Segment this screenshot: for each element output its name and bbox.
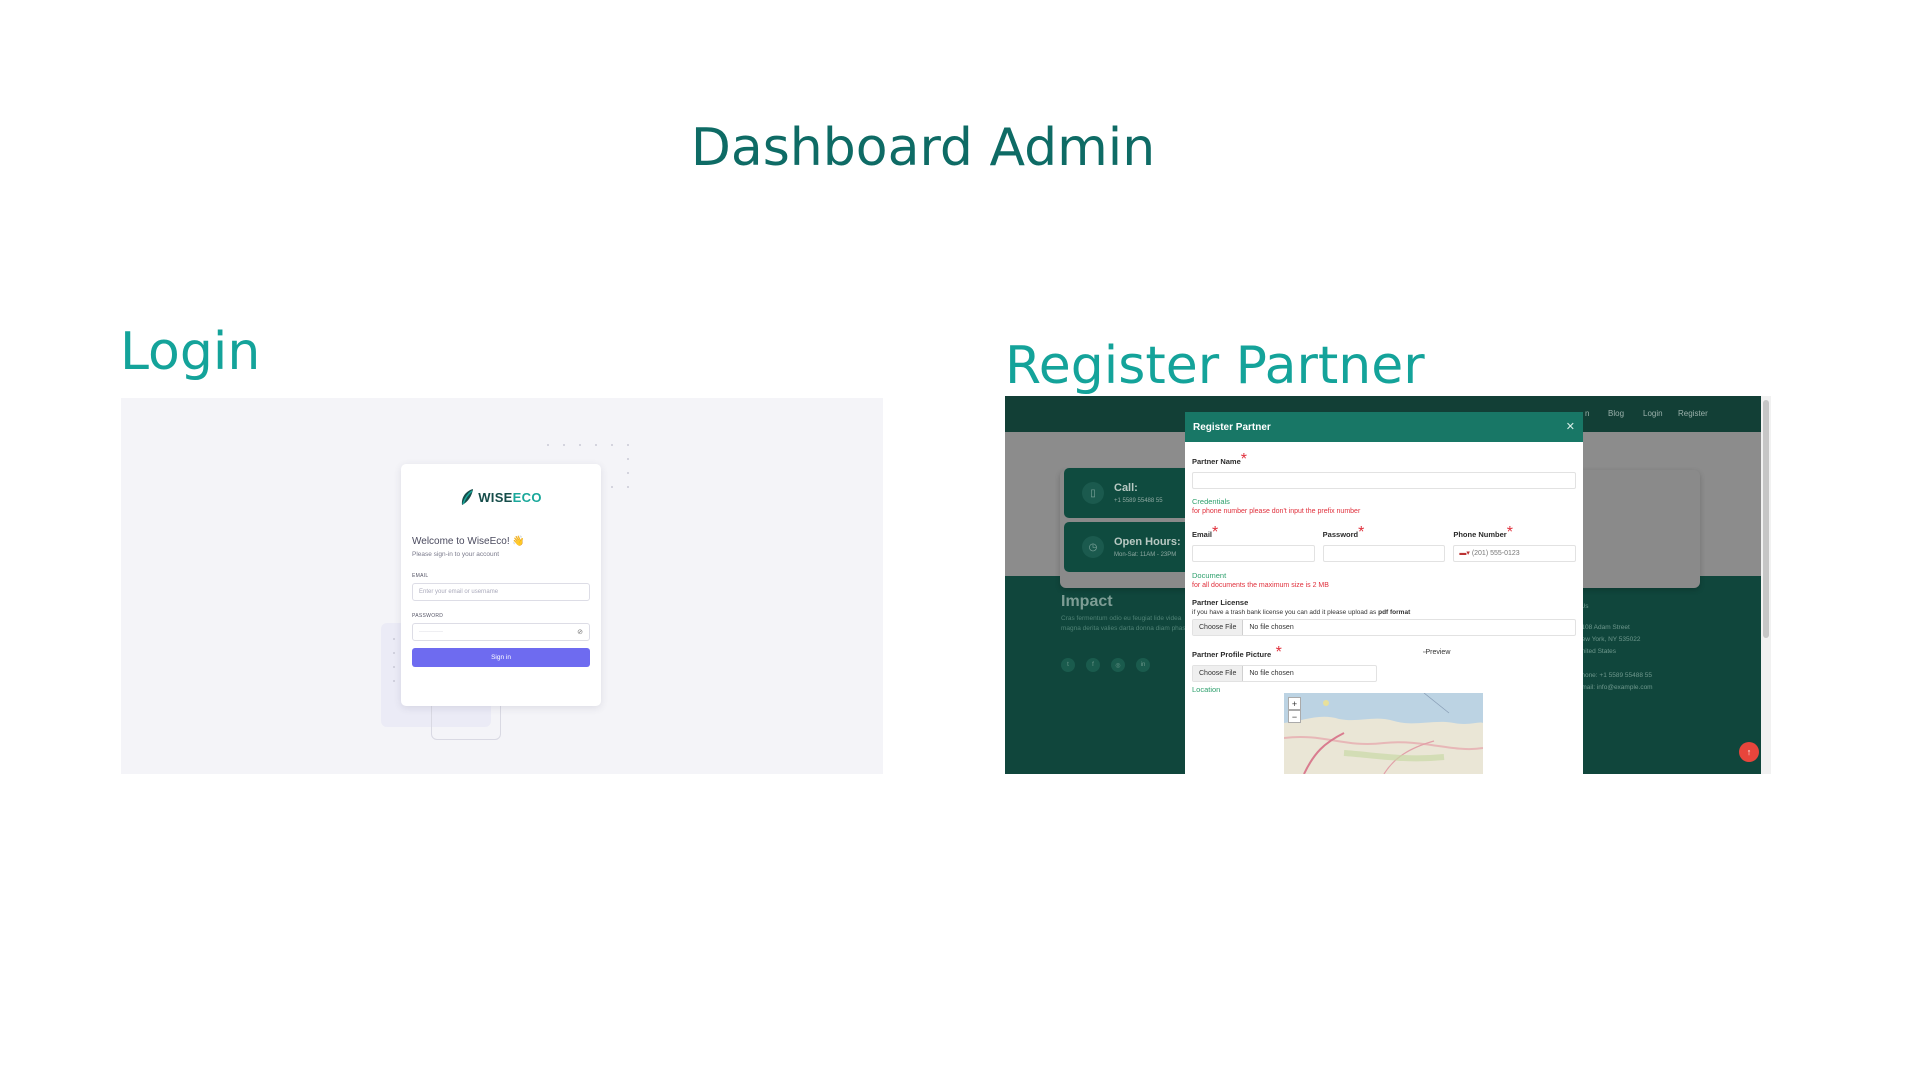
- twitter-icon[interactable]: t: [1061, 658, 1075, 672]
- footer-address-2: New York, NY 535022: [1577, 636, 1641, 643]
- zoom-out-button[interactable]: −: [1288, 710, 1301, 723]
- no-file-text: No file chosen: [1249, 670, 1294, 677]
- sign-in-button[interactable]: Sign in: [412, 648, 590, 667]
- required-marker: *: [1240, 451, 1248, 468]
- document-note: for all documents the maximum size is 2 …: [1192, 582, 1329, 589]
- nav-link-login[interactable]: Login: [1643, 409, 1663, 418]
- password-label: PASSWORD: [412, 613, 444, 619]
- map-tiles: [1284, 693, 1483, 774]
- preview-image: ▫Preview: [1423, 649, 1451, 656]
- zoom-in-button[interactable]: +: [1288, 697, 1301, 710]
- license-note: if you have a trash bank license you can…: [1192, 609, 1411, 616]
- nav-link-partial[interactable]: n: [1585, 409, 1589, 418]
- email-input[interactable]: [1192, 545, 1315, 562]
- license-file-input[interactable]: Choose File No file chosen: [1192, 619, 1576, 636]
- welcome-text: Welcome to WiseEco! 👋: [412, 536, 525, 547]
- profile-picture-label: Partner Profile Picture: [1192, 650, 1272, 659]
- call-title: Call:: [1114, 482, 1138, 494]
- us-flag-icon[interactable]: ▬▾: [1459, 550, 1470, 557]
- phone-input[interactable]: ▬▾ (201) 555-0123: [1453, 545, 1577, 562]
- register-partner-modal: Register Partner ✕ Partner Name* Credent…: [1185, 412, 1583, 774]
- document-section-label: Document: [1192, 571, 1227, 580]
- partner-name-input[interactable]: [1192, 472, 1576, 489]
- linkedin-icon[interactable]: in: [1136, 658, 1150, 672]
- close-icon[interactable]: ✕: [1566, 420, 1575, 433]
- password-input[interactable]: [1322, 545, 1446, 562]
- brand-name: WISEECO: [478, 489, 542, 505]
- password-mask: ············: [419, 629, 443, 635]
- phone-icon: ▯: [1082, 482, 1104, 504]
- modal-body: Partner Name* Credentials for phone numb…: [1185, 451, 1583, 694]
- footer-address-1: A108 Adam Street: [1577, 624, 1630, 631]
- profile-file-input[interactable]: Choose File No file chosen: [1192, 665, 1377, 682]
- footer-phone: Phone: +1 5589 55488 55: [1577, 672, 1653, 679]
- clock-icon: ◷: [1082, 536, 1104, 558]
- register-screenshot: n Blog Login Register ▯ Call: +1 5589 55…: [1005, 396, 1771, 774]
- leaf-icon: [462, 489, 474, 505]
- instagram-icon[interactable]: ◎: [1111, 658, 1125, 672]
- page-title: Dashboard Admin: [690, 118, 1156, 178]
- brand-logo: WISEECO: [412, 488, 590, 506]
- login-heading: Login: [120, 322, 261, 382]
- credentials-note: for phone number please don't input the …: [1192, 508, 1361, 515]
- call-value: +1 5589 55488 55: [1114, 498, 1163, 504]
- email-label: EMAIL: [412, 573, 429, 579]
- login-screenshot: WISEECO Welcome to WiseEco! 👋 Please sig…: [121, 398, 883, 774]
- call-card: ▯ Call: +1 5589 55488 55: [1064, 468, 1204, 518]
- password-field[interactable]: ············ ⊘: [412, 623, 590, 641]
- phone-label: Phone Number: [1453, 530, 1507, 539]
- choose-file-button[interactable]: Choose File: [1193, 666, 1244, 681]
- no-file-text: No file chosen: [1249, 624, 1294, 631]
- email-field[interactable]: Enter your email or username: [412, 583, 590, 601]
- hours-value: Mon-Sat: 11AM - 23PM: [1114, 552, 1177, 558]
- footer-description: Cras fermentum odio eu feugiat lide vide…: [1061, 615, 1201, 632]
- credentials-section-label: Credentials: [1192, 497, 1230, 506]
- modal-title: Register Partner: [1193, 421, 1271, 433]
- brand-tagline: [412, 507, 590, 511]
- location-map[interactable]: + −: [1284, 693, 1483, 774]
- phone-placeholder: (201) 555-0123: [1471, 550, 1520, 557]
- facebook-icon[interactable]: f: [1086, 658, 1100, 672]
- password-label: Password: [1322, 530, 1359, 539]
- nav-link-blog[interactable]: Blog: [1608, 409, 1624, 418]
- hours-card: ◷ Open Hours: Mon-Sat: 11AM - 23PM: [1064, 522, 1204, 572]
- footer-brand: Impact: [1061, 593, 1113, 610]
- partner-name-label: Partner Name: [1192, 457, 1241, 466]
- register-heading: Register Partner: [1005, 336, 1425, 396]
- scroll-top-button[interactable]: ↑: [1739, 742, 1759, 762]
- footer-email: Email: info@example.com: [1577, 684, 1653, 691]
- welcome-subtitle: Please sign-in to your account: [412, 551, 500, 558]
- hours-title: Open Hours:: [1114, 536, 1181, 548]
- eye-off-icon[interactable]: ⊘: [577, 628, 583, 636]
- login-card: WISEECO Welcome to WiseEco! 👋 Please sig…: [401, 464, 601, 706]
- nav-link-register[interactable]: Register: [1678, 409, 1708, 418]
- modal-header: Register Partner ✕: [1185, 412, 1583, 442]
- scrollbar-thumb[interactable]: [1763, 400, 1769, 638]
- email-label: Email: [1192, 530, 1213, 539]
- license-label: Partner License: [1192, 598, 1249, 607]
- choose-file-button[interactable]: Choose File: [1193, 620, 1244, 635]
